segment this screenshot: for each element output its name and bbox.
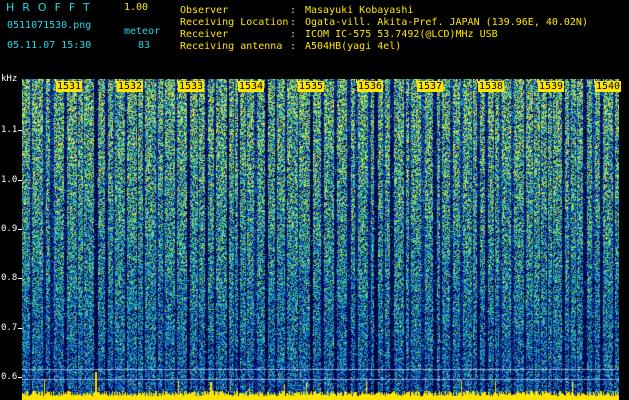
minute-label-1535: 1535 <box>298 81 325 92</box>
antenna-value: A504HB(yagi 4el) <box>305 41 402 52</box>
receiver-label: Receiver <box>180 29 229 40</box>
minute-label-1531: 1531 <box>56 81 83 92</box>
minute-label-1536: 1536 <box>357 81 384 92</box>
filename: 0511071530.png <box>7 20 92 31</box>
y-axis-unit: kHz <box>1 74 18 84</box>
location-sep: : <box>290 17 297 28</box>
minute-label-1533: 1533 <box>178 81 205 92</box>
receiver-sep: : <box>290 29 297 40</box>
observer-label: Observer <box>180 5 229 16</box>
spectrogram-canvas <box>22 79 619 400</box>
location-label: Receiving Location <box>180 17 289 28</box>
antenna-label: Receiving antenna <box>180 41 283 52</box>
minute-label-1537: 1537 <box>417 81 444 92</box>
app-title: HROFFT <box>6 1 98 14</box>
minute-label-1532: 1532 <box>117 81 144 92</box>
minute-label-1540: 1540 <box>595 81 622 92</box>
hrofft-window: HROFFT 1.00 0511071530.png meteor 05.11.… <box>0 0 629 400</box>
minute-label-1539: 1539 <box>538 81 565 92</box>
receiver-value: ICOM IC-575 53.7492(@LCD)MHz USB <box>305 29 498 40</box>
app-version: 1.00 <box>124 2 149 13</box>
location-value: Ogata-vill. Akita-Pref. JAPAN (139.96E, … <box>305 17 588 28</box>
minute-label-1534: 1534 <box>238 81 265 92</box>
meteor-count: 83 <box>138 40 151 51</box>
observer-value: Masayuki Kobayashi <box>305 5 414 16</box>
antenna-sep: : <box>290 41 297 52</box>
datetime: 05.11.07 15:30 <box>7 40 92 51</box>
observer-sep: : <box>290 5 297 16</box>
mode-label: meteor <box>124 26 161 37</box>
spectrogram-image <box>22 79 619 400</box>
minute-label-1538: 1538 <box>478 81 505 92</box>
